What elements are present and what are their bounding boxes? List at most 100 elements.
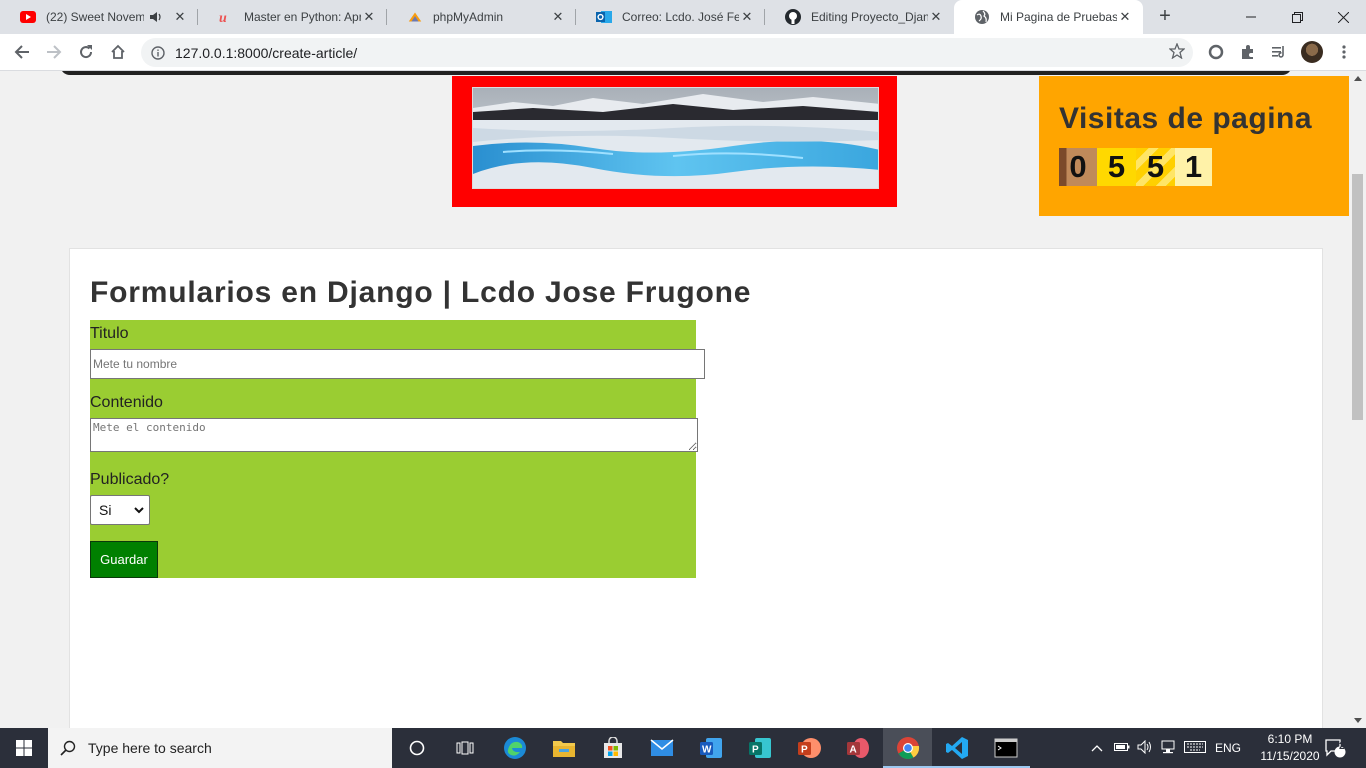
taskbar-powerpoint[interactable]: P <box>784 728 833 768</box>
action-center-button[interactable]: 2 <box>1320 728 1350 768</box>
publicado-label: Publicado? <box>90 471 170 488</box>
browser-tab-strip: (22) Sweet November ✕ u Master en Python… <box>0 0 1366 34</box>
svg-text:A: A <box>849 745 856 756</box>
github-icon <box>785 9 801 25</box>
close-tab-icon[interactable]: ✕ <box>739 9 755 25</box>
language-indicator[interactable]: ENG <box>1210 741 1246 755</box>
contenido-label: Contenido <box>90 394 163 411</box>
volume-icon[interactable] <box>1134 739 1156 757</box>
publicado-selected-value: Si <box>99 502 112 518</box>
counter-digit: 5 <box>1136 148 1175 186</box>
mail-icon <box>650 739 673 756</box>
contenido-textarea[interactable] <box>90 418 698 452</box>
close-window-button[interactable] <box>1320 0 1366 34</box>
titulo-label: Titulo <box>90 325 129 342</box>
taskbar-vscode[interactable] <box>932 728 981 768</box>
visit-counter: 0 5 5 1 <box>1059 148 1212 186</box>
publicado-select[interactable]: Si <box>90 495 150 525</box>
taskbar-chrome[interactable] <box>883 728 932 768</box>
taskbar-clock[interactable]: 6:10 PM 11/15/2020 <box>1254 731 1326 765</box>
svg-text:P: P <box>801 745 808 756</box>
taskbar-word[interactable]: W <box>686 728 735 768</box>
minimize-button[interactable] <box>1228 0 1274 34</box>
counter-digit: 1 <box>1175 148 1212 186</box>
close-tab-icon[interactable]: ✕ <box>361 9 377 25</box>
forward-button[interactable] <box>40 38 68 66</box>
access-icon: A <box>846 738 869 758</box>
titulo-input[interactable] <box>90 349 705 379</box>
close-tab-icon[interactable]: ✕ <box>1117 9 1133 25</box>
tab-title: phpMyAdmin <box>433 10 504 24</box>
restore-button[interactable] <box>1274 0 1320 34</box>
new-tab-button[interactable]: + <box>1153 5 1177 29</box>
taskbar-file-explorer[interactable] <box>539 728 588 768</box>
profile-avatar[interactable] <box>1301 41 1323 63</box>
site-info-icon[interactable] <box>141 45 175 60</box>
audio-playing-icon[interactable] <box>148 9 164 25</box>
visits-title: Visitas de pagina <box>1059 102 1313 135</box>
header-bar-edge <box>60 71 1292 75</box>
task-view-icon <box>456 741 473 755</box>
main-content: Formularios en Django | Lcdo Jose Frugon… <box>69 248 1323 728</box>
battery-icon[interactable] <box>1110 741 1134 755</box>
close-tab-icon[interactable]: ✕ <box>172 9 188 25</box>
vscode-icon <box>945 737 968 759</box>
taskbar-publisher[interactable]: P <box>735 728 784 768</box>
windows-taskbar: Type here to search W P P A ENG 6:10 PM … <box>0 728 1366 768</box>
edge-icon <box>503 737 526 759</box>
taskbar-search-box[interactable]: Type here to search <box>48 728 392 768</box>
tab-youtube[interactable]: (22) Sweet November ✕ <box>0 0 198 34</box>
taskbar-terminal[interactable] <box>981 728 1030 768</box>
home-button[interactable] <box>104 38 132 66</box>
terminal-icon <box>994 738 1017 758</box>
extensions-puzzle-icon[interactable] <box>1237 41 1259 63</box>
chevron-up-icon[interactable] <box>1088 741 1106 755</box>
search-icon <box>48 740 88 756</box>
extension-circle-icon[interactable] <box>1205 41 1227 63</box>
tab-mi-pagina[interactable]: Mi Pagina de Pruebas ✕ <box>954 0 1143 34</box>
tab-udemy[interactable]: u Master en Python: Aprende ✕ <box>198 0 387 34</box>
address-bar[interactable]: 127.0.0.1:8000/create-article/ <box>141 38 1193 67</box>
counter-digit: 0 <box>1059 148 1097 186</box>
chrome-menu-icon[interactable] <box>1333 41 1355 63</box>
scroll-up-arrow[interactable] <box>1354 76 1362 81</box>
close-tab-icon[interactable]: ✕ <box>928 9 944 25</box>
reload-button[interactable] <box>72 38 100 66</box>
word-icon: W <box>699 738 722 758</box>
visits-widget: Visitas de pagina 0 5 5 1 <box>1039 76 1349 216</box>
tab-title: (22) Sweet November <box>46 10 144 24</box>
taskbar-mail[interactable] <box>637 728 686 768</box>
tab-title: Correo: Lcdo. José Fernando <box>622 10 739 24</box>
keyboard-icon[interactable] <box>1180 740 1210 756</box>
svg-text:P: P <box>752 745 759 756</box>
cortana-button[interactable] <box>392 728 441 768</box>
tab-github[interactable]: Editing Proyecto_Django ✕ <box>765 0 954 34</box>
media-controls-icon[interactable] <box>1268 41 1290 63</box>
network-icon[interactable] <box>1156 740 1180 757</box>
bookmark-star-icon[interactable] <box>1168 42 1186 64</box>
tab-title: Mi Pagina de Pruebas <box>1000 10 1117 24</box>
guardar-button[interactable]: Guardar <box>90 541 158 578</box>
task-view-button[interactable] <box>440 728 489 768</box>
tab-phpmyadmin[interactable]: phpMyAdmin ✕ <box>387 0 576 34</box>
page-title: Formularios en Django | Lcdo Jose Frugon… <box>90 276 752 309</box>
browser-toolbar: 127.0.0.1:8000/create-article/ <box>0 34 1366 71</box>
page-scrollbar[interactable] <box>1350 71 1366 728</box>
tab-outlook[interactable]: Correo: Lcdo. José Fernando ✕ <box>576 0 765 34</box>
close-tab-icon[interactable]: ✕ <box>550 9 566 25</box>
banner-frame <box>452 76 897 207</box>
clock-time: 6:10 PM <box>1267 732 1313 746</box>
chrome-icon <box>896 737 919 759</box>
start-button[interactable] <box>0 728 48 768</box>
taskbar-access[interactable]: A <box>833 728 882 768</box>
scroll-down-arrow[interactable] <box>1354 718 1362 723</box>
back-button[interactable] <box>8 38 36 66</box>
taskbar-edge[interactable] <box>490 728 539 768</box>
notification-count: 2 <box>1339 741 1345 752</box>
url-text[interactable]: 127.0.0.1:8000/create-article/ <box>175 45 357 61</box>
youtube-icon <box>20 9 36 25</box>
udemy-icon: u <box>218 9 234 25</box>
scroll-thumb[interactable] <box>1352 174 1363 420</box>
taskbar-store[interactable] <box>588 728 637 768</box>
glacier-banner-image <box>472 87 879 189</box>
